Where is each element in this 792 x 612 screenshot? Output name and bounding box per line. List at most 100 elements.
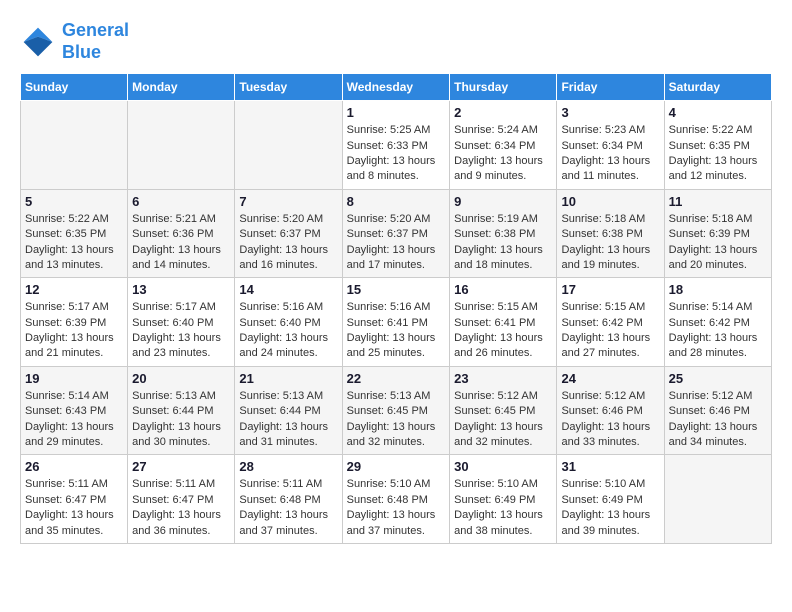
day-info: Sunrise: 5:19 AM Sunset: 6:38 PM Dayligh… <box>454 212 552 274</box>
day-info: Sunrise: 5:20 AM Sunset: 6:37 PM Dayligh… <box>239 212 337 274</box>
weekday-header-saturday: Saturday <box>664 74 771 101</box>
day-info: Sunrise: 5:14 AM Sunset: 6:42 PM Dayligh… <box>669 300 767 362</box>
calendar-cell: 30 Sunrise: 5:10 AM Sunset: 6:49 PM Dayli… <box>450 455 557 544</box>
day-number: 14 <box>239 282 337 297</box>
calendar-cell: 11Sunrise: 5:18 AM Sunset: 6:39 PM Dayli… <box>664 189 771 278</box>
day-number: 30 <box>454 459 552 474</box>
calendar-cell <box>235 101 342 190</box>
day-number: 19 <box>25 371 123 386</box>
day-number: 21 <box>239 371 337 386</box>
calendar-cell: 31Sunrise: 5:10 AM Sunset: 6:49 PM Dayli… <box>557 455 664 544</box>
calendar-week-5: 26Sunrise: 5:11 AM Sunset: 6:47 PM Dayli… <box>21 455 772 544</box>
day-info: Sunrise: 5:17 AM Sunset: 6:40 PM Dayligh… <box>132 300 230 362</box>
day-number: 6 <box>132 194 230 209</box>
calendar-cell <box>128 101 235 190</box>
logo-text: General Blue <box>62 20 129 63</box>
day-number: 1 <box>347 105 446 120</box>
calendar-cell: 7 Sunrise: 5:20 AM Sunset: 6:37 PM Daylig… <box>235 189 342 278</box>
calendar-cell: 21 Sunrise: 5:13 AM Sunset: 6:44 PM Dayli… <box>235 366 342 455</box>
weekday-header-row: SundayMondayTuesdayWednesdayThursdayFrid… <box>21 74 772 101</box>
calendar-body: 1 Sunrise: 5:25 AM Sunset: 6:33 PM Daylig… <box>21 101 772 544</box>
day-info: Sunrise: 5:23 AM Sunset: 6:34 PM Dayligh… <box>561 123 659 185</box>
day-info: Sunrise: 5:16 AM Sunset: 6:41 PM Dayligh… <box>347 300 446 362</box>
calendar-cell: 18 Sunrise: 5:14 AM Sunset: 6:42 PM Dayli… <box>664 278 771 367</box>
day-info: Sunrise: 5:18 AM Sunset: 6:39 PM Dayligh… <box>669 212 767 274</box>
day-info: Sunrise: 5:25 AM Sunset: 6:33 PM Dayligh… <box>347 123 446 185</box>
day-info: Sunrise: 5:12 AM Sunset: 6:46 PM Dayligh… <box>561 389 659 451</box>
calendar-cell: 13 Sunrise: 5:17 AM Sunset: 6:40 PM Dayli… <box>128 278 235 367</box>
day-info: Sunrise: 5:13 AM Sunset: 6:44 PM Dayligh… <box>239 389 337 451</box>
day-info: Sunrise: 5:15 AM Sunset: 6:42 PM Dayligh… <box>561 300 659 362</box>
day-number: 20 <box>132 371 230 386</box>
day-number: 8 <box>347 194 446 209</box>
day-info: Sunrise: 5:10 AM Sunset: 6:49 PM Dayligh… <box>454 477 552 539</box>
day-info: Sunrise: 5:13 AM Sunset: 6:45 PM Dayligh… <box>347 389 446 451</box>
day-number: 7 <box>239 194 337 209</box>
calendar-cell: 10Sunrise: 5:18 AM Sunset: 6:38 PM Dayli… <box>557 189 664 278</box>
day-number: 28 <box>239 459 337 474</box>
day-number: 16 <box>454 282 552 297</box>
day-info: Sunrise: 5:12 AM Sunset: 6:45 PM Dayligh… <box>454 389 552 451</box>
day-number: 4 <box>669 105 767 120</box>
calendar-cell: 28Sunrise: 5:11 AM Sunset: 6:48 PM Dayli… <box>235 455 342 544</box>
day-number: 15 <box>347 282 446 297</box>
day-number: 18 <box>669 282 767 297</box>
weekday-header-friday: Friday <box>557 74 664 101</box>
logo: General Blue <box>20 20 129 63</box>
day-number: 5 <box>25 194 123 209</box>
calendar-cell: 20Sunrise: 5:13 AM Sunset: 6:44 PM Dayli… <box>128 366 235 455</box>
calendar-header: SundayMondayTuesdayWednesdayThursdayFrid… <box>21 74 772 101</box>
day-info: Sunrise: 5:16 AM Sunset: 6:40 PM Dayligh… <box>239 300 337 362</box>
day-number: 22 <box>347 371 446 386</box>
day-number: 25 <box>669 371 767 386</box>
calendar-cell: 15 Sunrise: 5:16 AM Sunset: 6:41 PM Dayli… <box>342 278 450 367</box>
day-info: Sunrise: 5:22 AM Sunset: 6:35 PM Dayligh… <box>25 212 123 274</box>
day-number: 10 <box>561 194 659 209</box>
calendar-cell: 22 Sunrise: 5:13 AM Sunset: 6:45 PM Dayli… <box>342 366 450 455</box>
day-info: Sunrise: 5:11 AM Sunset: 6:47 PM Dayligh… <box>25 477 123 539</box>
calendar-cell: 1 Sunrise: 5:25 AM Sunset: 6:33 PM Daylig… <box>342 101 450 190</box>
day-number: 13 <box>132 282 230 297</box>
day-number: 24 <box>561 371 659 386</box>
day-info: Sunrise: 5:15 AM Sunset: 6:41 PM Dayligh… <box>454 300 552 362</box>
weekday-header-wednesday: Wednesday <box>342 74 450 101</box>
day-info: Sunrise: 5:10 AM Sunset: 6:48 PM Dayligh… <box>347 477 446 539</box>
day-number: 12 <box>25 282 123 297</box>
calendar-cell: 17 Sunrise: 5:15 AM Sunset: 6:42 PM Dayli… <box>557 278 664 367</box>
calendar-week-3: 12 Sunrise: 5:17 AM Sunset: 6:39 PM Dayli… <box>21 278 772 367</box>
calendar-cell: 9Sunrise: 5:19 AM Sunset: 6:38 PM Daylig… <box>450 189 557 278</box>
day-info: Sunrise: 5:20 AM Sunset: 6:37 PM Dayligh… <box>347 212 446 274</box>
day-number: 27 <box>132 459 230 474</box>
calendar-week-4: 19 Sunrise: 5:14 AM Sunset: 6:43 PM Dayli… <box>21 366 772 455</box>
weekday-header-thursday: Thursday <box>450 74 557 101</box>
calendar-cell: 2Sunrise: 5:24 AM Sunset: 6:34 PM Daylig… <box>450 101 557 190</box>
calendar-cell: 14 Sunrise: 5:16 AM Sunset: 6:40 PM Dayli… <box>235 278 342 367</box>
day-info: Sunrise: 5:21 AM Sunset: 6:36 PM Dayligh… <box>132 212 230 274</box>
calendar-cell: 5 Sunrise: 5:22 AM Sunset: 6:35 PM Daylig… <box>21 189 128 278</box>
calendar-cell: 24 Sunrise: 5:12 AM Sunset: 6:46 PM Dayli… <box>557 366 664 455</box>
calendar-week-1: 1 Sunrise: 5:25 AM Sunset: 6:33 PM Daylig… <box>21 101 772 190</box>
day-info: Sunrise: 5:10 AM Sunset: 6:49 PM Dayligh… <box>561 477 659 539</box>
calendar-cell: 3 Sunrise: 5:23 AM Sunset: 6:34 PM Daylig… <box>557 101 664 190</box>
calendar-cell: 19 Sunrise: 5:14 AM Sunset: 6:43 PM Dayli… <box>21 366 128 455</box>
day-number: 29 <box>347 459 446 474</box>
calendar-cell: 27Sunrise: 5:11 AM Sunset: 6:47 PM Dayli… <box>128 455 235 544</box>
day-number: 17 <box>561 282 659 297</box>
calendar-cell: 8 Sunrise: 5:20 AM Sunset: 6:37 PM Daylig… <box>342 189 450 278</box>
page-header: General Blue <box>20 20 772 63</box>
day-info: Sunrise: 5:14 AM Sunset: 6:43 PM Dayligh… <box>25 389 123 451</box>
calendar-cell: 26Sunrise: 5:11 AM Sunset: 6:47 PM Dayli… <box>21 455 128 544</box>
day-info: Sunrise: 5:24 AM Sunset: 6:34 PM Dayligh… <box>454 123 552 185</box>
calendar-cell <box>21 101 128 190</box>
day-number: 3 <box>561 105 659 120</box>
day-info: Sunrise: 5:22 AM Sunset: 6:35 PM Dayligh… <box>669 123 767 185</box>
calendar: SundayMondayTuesdayWednesdayThursdayFrid… <box>20 73 772 544</box>
calendar-cell: 23Sunrise: 5:12 AM Sunset: 6:45 PM Dayli… <box>450 366 557 455</box>
calendar-cell: 6 Sunrise: 5:21 AM Sunset: 6:36 PM Daylig… <box>128 189 235 278</box>
day-info: Sunrise: 5:12 AM Sunset: 6:46 PM Dayligh… <box>669 389 767 451</box>
calendar-cell <box>664 455 771 544</box>
weekday-header-monday: Monday <box>128 74 235 101</box>
calendar-cell: 25 Sunrise: 5:12 AM Sunset: 6:46 PM Dayli… <box>664 366 771 455</box>
day-info: Sunrise: 5:17 AM Sunset: 6:39 PM Dayligh… <box>25 300 123 362</box>
calendar-cell: 16 Sunrise: 5:15 AM Sunset: 6:41 PM Dayli… <box>450 278 557 367</box>
